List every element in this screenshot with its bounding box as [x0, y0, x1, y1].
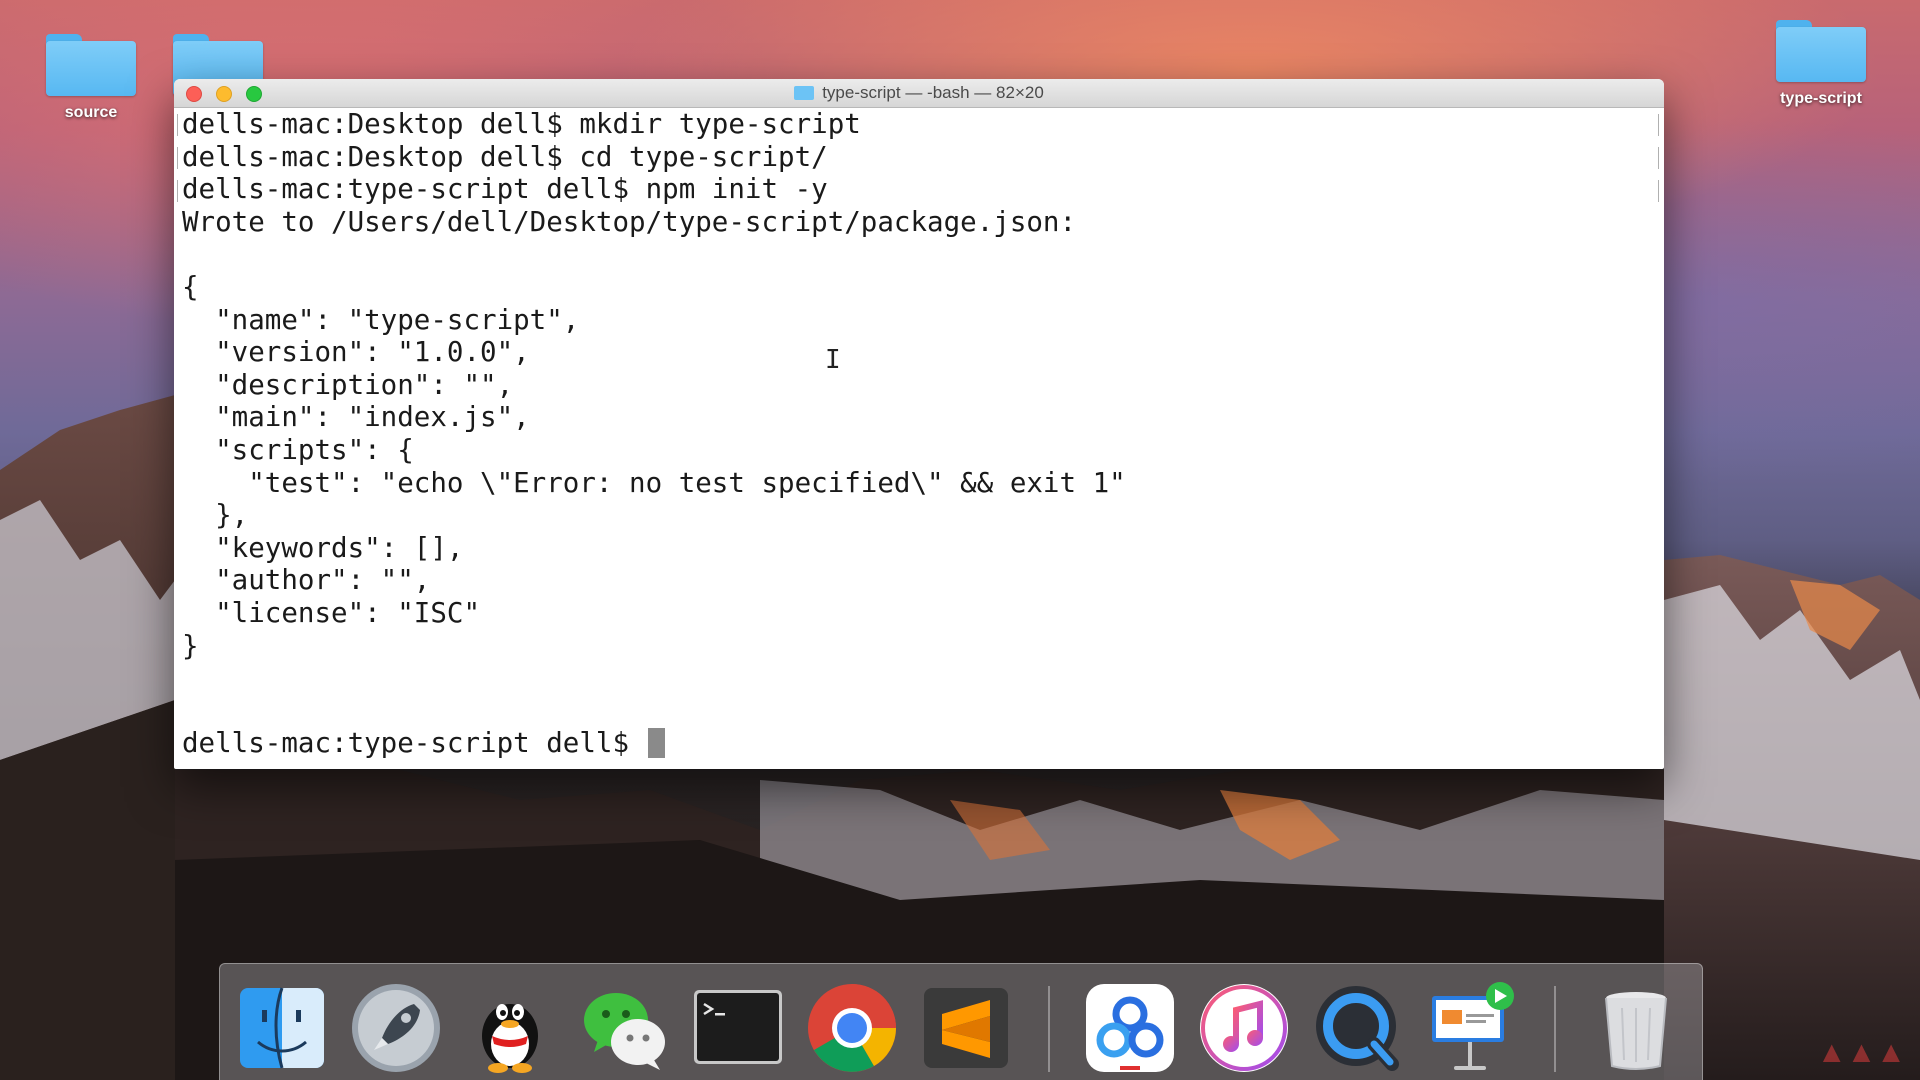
desktop-folder-label: source [64, 104, 118, 121]
dock-keynote[interactable] [1424, 980, 1520, 1076]
dock-chrome[interactable] [804, 980, 900, 1076]
dock-itunes[interactable] [1196, 980, 1292, 1076]
chrome-icon [808, 984, 896, 1072]
terminal-line: "scripts": { [182, 433, 414, 466]
desktop-folder-source[interactable]: source [26, 34, 156, 122]
terminal-output[interactable]: dells-mac:Desktop dell$ mkdir type-scrip… [174, 108, 1664, 769]
desktop: source type-script type-script — -bash —… [0, 0, 1920, 1080]
baidu-netdisk-icon [1086, 984, 1174, 1072]
dock-finder[interactable] [234, 980, 330, 1076]
dock-qq[interactable] [462, 980, 558, 1076]
command-mark [1656, 147, 1659, 169]
terminal-line: "test": "echo \"Error: no test specified… [182, 466, 1126, 499]
shell-prompt: dells-mac:type-script dell$ [182, 727, 646, 760]
terminal-line: "license": "ISC" [182, 596, 481, 629]
dock-wechat[interactable] [576, 980, 672, 1076]
sublime-text-icon [924, 988, 1008, 1068]
terminal-line: "name": "type-script", [182, 303, 580, 336]
folder-icon [46, 34, 136, 96]
dock-quicktime[interactable] [1310, 980, 1406, 1076]
dock-separator [1048, 986, 1050, 1072]
dock-launchpad[interactable] [348, 980, 444, 1076]
terminal-icon [694, 990, 782, 1064]
dock-sublime-text[interactable] [918, 980, 1014, 1076]
desktop-folder-type-script[interactable]: type-script [1756, 20, 1886, 108]
terminal-line: Wrote to /Users/dell/Desktop/type-script… [182, 205, 1077, 238]
itunes-music-icon [1200, 984, 1288, 1072]
dock-separator [1554, 986, 1556, 1072]
dock-terminal[interactable] [690, 980, 786, 1076]
terminal-line: "main": "index.js", [182, 401, 530, 434]
ibeam-cursor-icon: I [825, 345, 841, 375]
keynote-icon [1432, 982, 1514, 1070]
dock [219, 963, 1703, 1080]
watermark-icon: ▲▲▲ [1816, 1036, 1906, 1069]
terminal-line: "keywords": [], [182, 531, 464, 564]
command-mark [177, 114, 180, 136]
launchpad-rocket-icon [352, 984, 440, 1072]
folder-icon [1776, 20, 1866, 82]
command-mark [177, 147, 180, 169]
terminal-prompt-line[interactable]: dells-mac:type-script dell$ [182, 727, 1664, 760]
terminal-line: "author": "", [182, 564, 431, 597]
terminal-line: }, [182, 499, 249, 532]
command-mark [1656, 114, 1659, 136]
dock-baidu-netdisk[interactable] [1082, 980, 1178, 1076]
terminal-line: dells-mac:Desktop dell$ cd type-script/ [182, 140, 828, 173]
finder-icon [240, 987, 324, 1069]
quicktime-icon [1316, 986, 1399, 1071]
terminal-line: "version": "1.0.0", [182, 336, 530, 369]
command-mark [1656, 180, 1659, 202]
window-title: type-script — -bash — 82×20 [822, 83, 1044, 102]
terminal-titlebar[interactable]: type-script — -bash — 82×20 [174, 79, 1664, 108]
wechat-icon [584, 993, 665, 1070]
folder-icon [794, 86, 815, 100]
terminal-line: "description": "", [182, 368, 514, 401]
terminal-line: dells-mac:type-script dell$ npm init -y [182, 173, 828, 206]
terminal-window[interactable]: type-script — -bash — 82×20 dells-mac:De… [174, 79, 1664, 769]
trash-icon [1605, 992, 1667, 1070]
desktop-folder-label: type-script [1780, 90, 1862, 107]
qq-penguin-icon [482, 1004, 538, 1073]
command-mark [177, 180, 180, 202]
text-cursor [647, 728, 665, 759]
terminal-line: } [182, 629, 199, 662]
terminal-line: dells-mac:Desktop dell$ mkdir type-scrip… [182, 108, 861, 140]
dock-trash[interactable] [1588, 980, 1684, 1076]
terminal-line: { [182, 270, 199, 303]
